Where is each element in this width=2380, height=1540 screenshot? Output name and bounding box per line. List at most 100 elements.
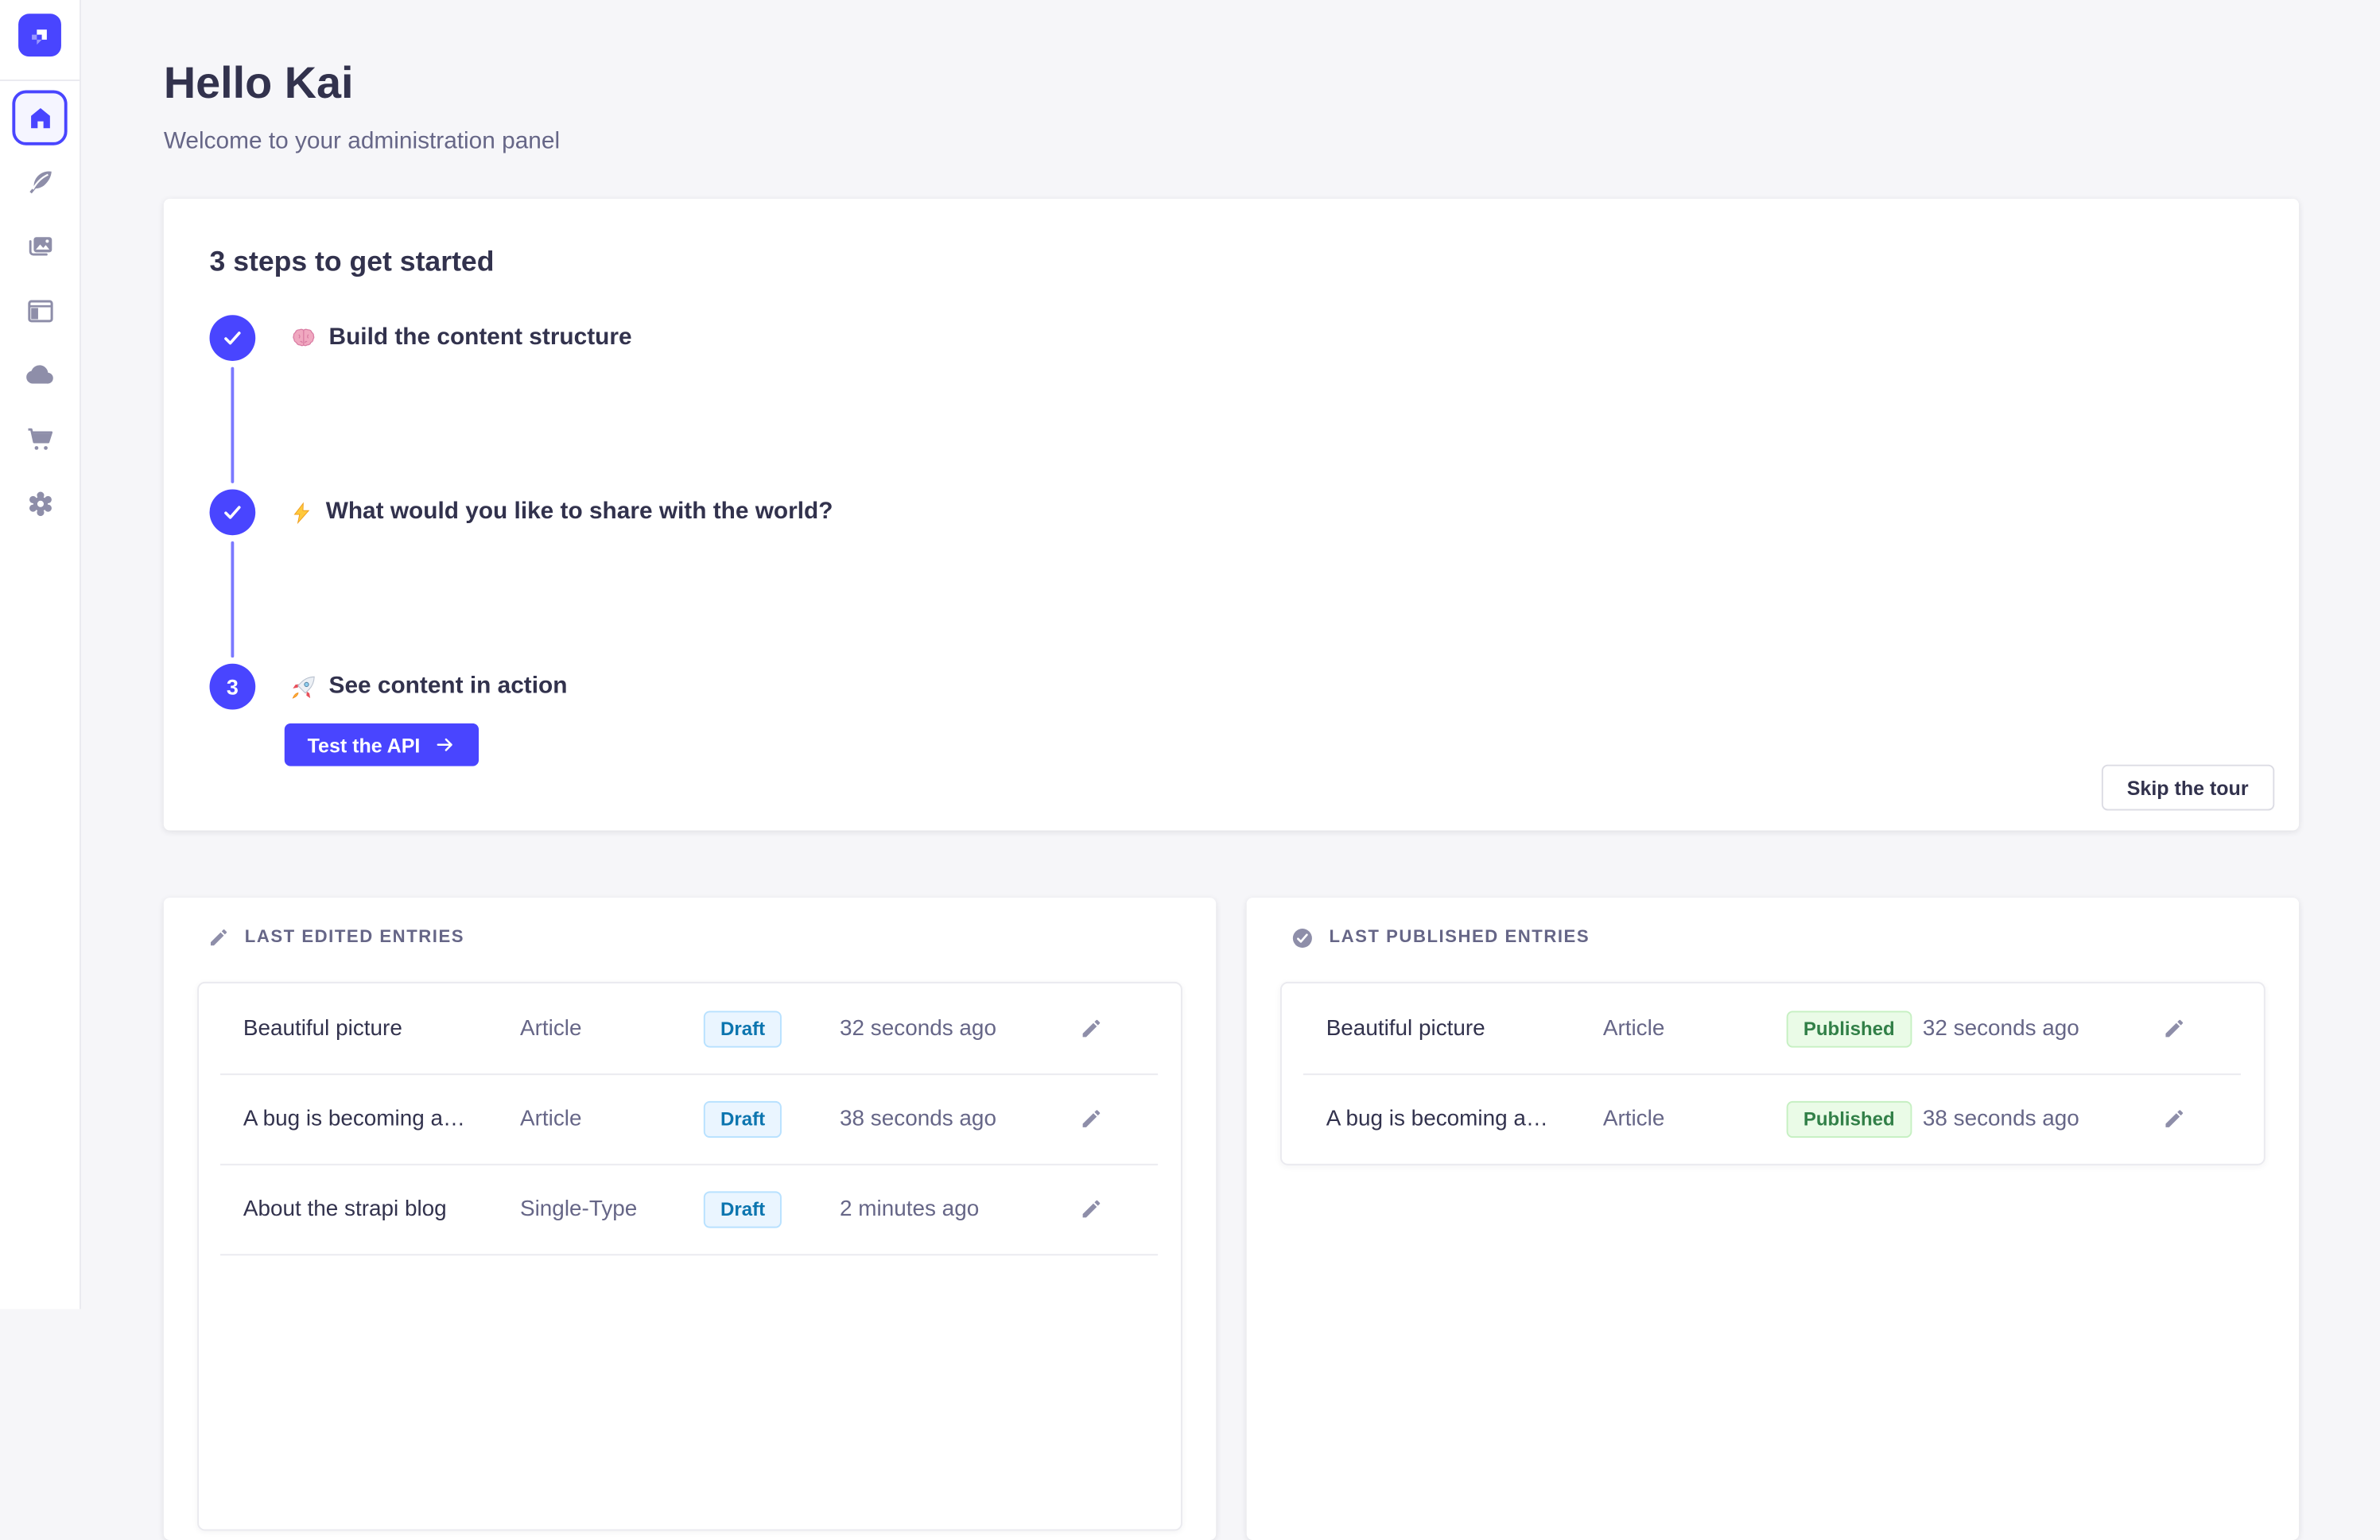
- check-icon: [222, 502, 243, 523]
- edit-entry-button[interactable]: [1078, 1107, 1103, 1131]
- step-3-label: See content in action: [329, 664, 568, 710]
- entry-time: 32 seconds ago: [840, 1016, 1078, 1041]
- home-icon: [25, 103, 55, 133]
- skip-tour-button[interactable]: Skip the tour: [2101, 765, 2274, 811]
- test-api-button[interactable]: Test the API: [285, 723, 479, 766]
- entry-title: Beautiful picture: [243, 1016, 520, 1041]
- status-badge: Published: [1787, 1010, 1912, 1046]
- strapi-logo[interactable]: [18, 14, 61, 56]
- main-content: Hello Kai Welcome to your administration…: [81, 0, 2380, 1309]
- cart-icon: [24, 423, 56, 455]
- step-connector: [231, 541, 234, 658]
- check-circle-icon: [1291, 926, 1314, 949]
- gear-icon: [24, 487, 56, 519]
- entry-type: Article: [1603, 1107, 1787, 1131]
- entry-time: 32 seconds ago: [1923, 1016, 2161, 1041]
- status-badge: Draft: [704, 1010, 782, 1046]
- edit-entry-button[interactable]: [1078, 1197, 1103, 1221]
- entry-time: 2 minutes ago: [840, 1197, 1078, 1221]
- entry-status: Draft: [704, 1190, 840, 1227]
- sidebar-item-marketplace[interactable]: [15, 414, 64, 464]
- entry-status: Draft: [704, 1100, 840, 1137]
- step-1-check-marker: [210, 315, 256, 361]
- pencil-icon: [1079, 1197, 1102, 1220]
- sidebar-item-cloud[interactable]: [15, 350, 64, 399]
- sidebar-item-content-manager[interactable]: [15, 157, 64, 207]
- last-edited-label-text: LAST EDITED ENTRIES: [245, 929, 464, 947]
- step-1-title[interactable]: Build the content structure: [290, 315, 631, 361]
- last-published-panel: LAST PUBLISHED ENTRIES Beautiful picture…: [1247, 898, 2299, 1540]
- layout-icon: [24, 294, 56, 326]
- status-badge: Published: [1787, 1100, 1912, 1137]
- last-edited-label: LAST EDITED ENTRIES: [208, 924, 1182, 952]
- last-published-table: Beautiful picture Article Published 32 s…: [1280, 982, 2265, 1166]
- rocket-emoji-icon: [290, 673, 316, 700]
- entry-title: Beautiful picture: [1326, 1016, 1603, 1041]
- last-edited-panel: LAST EDITED ENTRIES Beautiful picture Ar…: [164, 898, 1216, 1540]
- entry-type: Article: [520, 1016, 704, 1041]
- lightning-emoji-icon: [290, 499, 313, 526]
- entry-title: A bug is becoming a…: [243, 1107, 520, 1131]
- entry-time: 38 seconds ago: [1923, 1107, 2161, 1131]
- step-3-number: 3: [227, 674, 239, 699]
- entry-status: Draft: [704, 1010, 840, 1046]
- onboarding-steps: Build the content structure: [210, 315, 2254, 766]
- entry-type: Single-Type: [520, 1197, 704, 1221]
- pictures-icon: [24, 230, 56, 262]
- strapi-dashboard: Hello Kai Welcome to your administration…: [0, 0, 2380, 1309]
- edit-entry-button[interactable]: [1078, 1016, 1103, 1041]
- last-published-label-text: LAST PUBLISHED ENTRIES: [1330, 929, 1590, 947]
- table-row-empty: [199, 1254, 1181, 1529]
- entries-panels: LAST EDITED ENTRIES Beautiful picture Ar…: [164, 898, 2299, 1540]
- pencil-icon: [208, 927, 230, 948]
- pencil-icon: [2162, 1107, 2185, 1131]
- step-2-label: What would you like to share with the wo…: [326, 490, 833, 536]
- last-published-label: LAST PUBLISHED ENTRIES: [1291, 924, 2265, 952]
- pencil-icon: [1079, 1107, 1102, 1131]
- sidebar: [0, 0, 81, 1309]
- table-row: Beautiful picture Article Published 32 s…: [1282, 983, 2264, 1073]
- sidebar-item-home[interactable]: [12, 90, 67, 145]
- page-subtitle: Welcome to your administration panel: [164, 127, 2299, 157]
- arrow-right-icon: [434, 734, 456, 755]
- entry-type: Article: [520, 1107, 704, 1131]
- brain-emoji-icon: [290, 325, 316, 351]
- onboarding-card: 3 steps to get started: [164, 199, 2299, 830]
- edit-entry-button[interactable]: [2161, 1016, 2186, 1041]
- strapi-logo-icon: [27, 22, 53, 48]
- onboarding-step-3: 3: [210, 664, 2254, 766]
- entry-title: About the strapi blog: [243, 1197, 520, 1221]
- sidebar-nav: [15, 157, 64, 527]
- table-row: About the strapi blog Single-Type Draft …: [199, 1164, 1181, 1254]
- entry-status: Published: [1787, 1010, 1923, 1046]
- step-2-check-marker: [210, 490, 256, 536]
- sidebar-divider: [0, 80, 80, 81]
- test-api-label: Test the API: [308, 733, 421, 756]
- status-badge: Draft: [704, 1190, 782, 1227]
- edit-entry-button[interactable]: [2161, 1107, 2186, 1131]
- table-row: Beautiful picture Article Draft 32 secon…: [199, 983, 1181, 1073]
- step-3-title[interactable]: See content in action: [290, 664, 567, 710]
- onboarding-title: 3 steps to get started: [210, 243, 2254, 278]
- step-connector: [231, 367, 234, 483]
- onboarding-step-2: What would you like to share with the wo…: [210, 490, 2254, 664]
- sidebar-item-media-library[interactable]: [15, 222, 64, 271]
- page-header: Hello Kai Welcome to your administration…: [164, 58, 2299, 157]
- entry-title: A bug is becoming a…: [1326, 1107, 1603, 1131]
- pencil-icon: [2162, 1017, 2185, 1040]
- cloud-icon: [23, 358, 56, 391]
- step-2-title[interactable]: What would you like to share with the wo…: [290, 490, 833, 536]
- entry-time: 38 seconds ago: [840, 1107, 1078, 1131]
- entry-type: Article: [1603, 1016, 1787, 1041]
- check-icon: [222, 328, 243, 349]
- onboarding-step-1: Build the content structure: [210, 315, 2254, 489]
- entry-status: Published: [1787, 1100, 1923, 1137]
- step-3-number-marker: 3: [210, 664, 256, 710]
- last-edited-table: Beautiful picture Article Draft 32 secon…: [197, 982, 1182, 1531]
- table-row: A bug is becoming a… Article Published 3…: [1282, 1073, 2264, 1163]
- page-title: Hello Kai: [164, 58, 2299, 110]
- sidebar-item-content-type-builder[interactable]: [15, 286, 64, 336]
- step-1-label: Build the content structure: [329, 315, 632, 361]
- pencil-icon: [1079, 1017, 1102, 1040]
- sidebar-item-settings[interactable]: [15, 479, 64, 528]
